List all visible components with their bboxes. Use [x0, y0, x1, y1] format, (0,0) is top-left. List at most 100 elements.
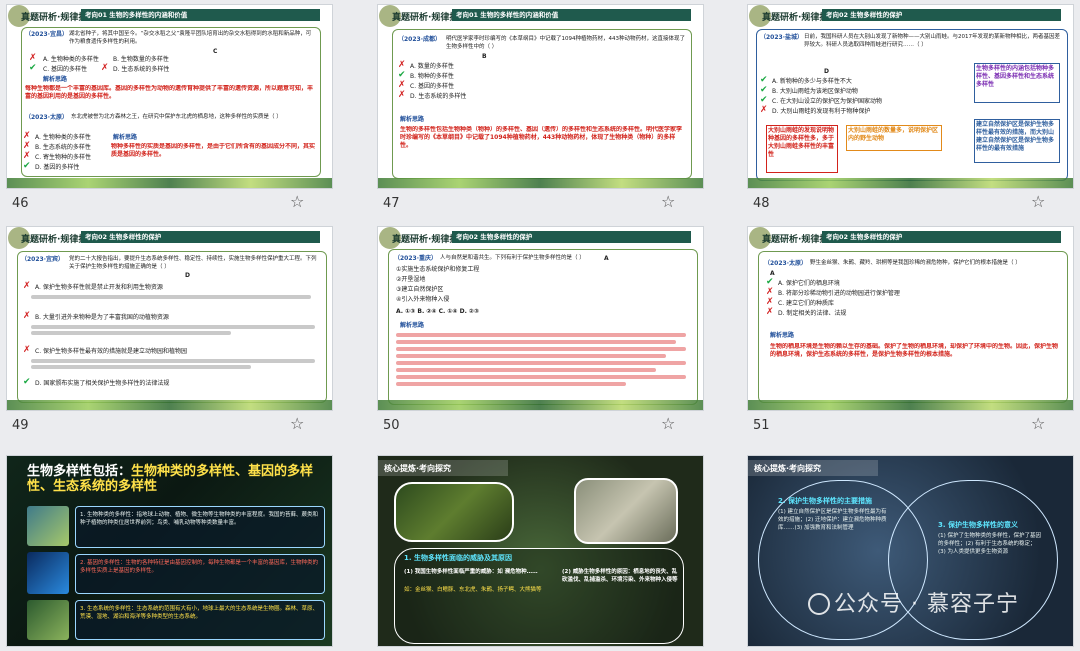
option-d: D. 制定相关的法律、法规 [778, 310, 847, 317]
concept-row: 2. 基因的多样性：生物的各种特征是由基因控制的，每种生物都是一个丰富的基因库，… [75, 554, 325, 594]
explanation-line [31, 331, 231, 335]
question2-text: 东北虎被誉为北方森林之王，在研究中保护东北虎的栖息地，这种多样性的实质是（ ） [71, 114, 282, 120]
analysis-text: 生物的多样性包括生物种类（物种）的多样性、基因（遗传）的多样性和生态系统的多样性… [400, 126, 683, 149]
slide-cell-51[interactable]: 真题研析·规律探寻 考向02 生物多样性的保护 （2023·太原） 野生金丝猴、… [741, 222, 1080, 440]
slide-thumbnail-grid: 真题研析·规律探寻 考向01 生物的多样性的内涵和价值 （2023·宜昌） 湖北… [0, 0, 1080, 651]
note-box: 生物多样性的内涵包括物种多样性、基因多样性和生态系统多样性 [974, 63, 1060, 103]
cross-icon: ✗ [766, 297, 774, 307]
explanation-line [31, 359, 315, 363]
slide-cell-52[interactable]: 生物多样性包括：生物种类的多样性、基因的多样性、生态系统的多样性 1. 生物种类… [0, 450, 352, 651]
slide-header: 真题研析·规律探寻 考向01 生物的多样性的内涵和价值 [378, 5, 703, 27]
explanation-line [31, 365, 251, 369]
slide-number: 46 [12, 196, 29, 211]
concept-text: 3. 生态系统的多样性：生态系统的范围有大有小，地球上最大的生态系统是生物圈。森… [80, 606, 318, 620]
analysis-label: 解析思路 [400, 322, 425, 329]
concept-text: 2. 基因的多样性：生物的各种特征是由基因控制的，每种生物都是一个丰富的基因库，… [80, 560, 318, 574]
question-tag: （2023·宜宾） [21, 256, 64, 263]
paragraph: 如：金丝猴、白鳍豚、东北虎、朱鹮、扬子鳄、大熊猫等 [404, 587, 542, 593]
question-text: 人与自然是和谐共生。下列有利于保护生物多样性的是（ ） [440, 255, 585, 261]
analysis-text: 物种多样性的实质是基因的多样性，是由于它们所含有的基因成分不同，其实质是基因的多… [111, 143, 315, 158]
statement-2: ②开垦湿地 [396, 276, 426, 283]
option-b: B. 生物数量的多样性 [113, 56, 169, 63]
slide-cell-47[interactable]: 真题研析·规律探寻 考向01 生物的多样性的内涵和价值 （2023·成都） 明代… [371, 0, 723, 218]
star-icon[interactable]: ☆ [1031, 414, 1045, 433]
cross-icon: ✗ [101, 63, 109, 73]
koala-photo [574, 478, 678, 544]
option-b: B. 将部分珍稀动物引进的动物园进行保护管理 [778, 290, 900, 297]
header-bar: 考向01 生物的多样性的内涵和价值 [81, 9, 320, 21]
slide-thumbnail[interactable]: 真题研析·规律探寻 考向02 生物多样性的保护 （2023·重庆） 人与自然是和… [377, 226, 704, 411]
slide-cell-46[interactable]: 真题研析·规律探寻 考向01 生物的多样性的内涵和价值 （2023·宜昌） 湖北… [0, 0, 352, 218]
question-tag: （2023·盐城） [760, 34, 803, 41]
star-icon[interactable]: ☆ [290, 192, 304, 211]
section-title: 1. 生物多样性面临的威胁及其原因 [404, 554, 512, 562]
slide-header: 真题研析·规律探寻 考向01 生物的多样性的内涵和价值 [7, 5, 332, 27]
cross-icon: ✗ [29, 53, 37, 63]
question-answer: D [824, 68, 829, 75]
question-text: 党的二十大报告指出，要提升生态系统多样性、稳定性、持续性，实施生物多样性保护重大… [69, 256, 317, 270]
star-icon[interactable]: ☆ [1031, 192, 1045, 211]
leaf-footer-decoration [378, 400, 703, 410]
check-icon: ✔ [760, 95, 768, 105]
paragraph: (1) 我国生物多样性面临严重的威胁：如 濒危物种…… [404, 569, 538, 575]
option-d: D. 基因的多样性 [35, 164, 80, 171]
star-icon[interactable]: ☆ [661, 192, 675, 211]
header-title: 核心提炼·考向探究 [754, 464, 822, 473]
cross-icon: ✗ [23, 131, 31, 141]
wechat-icon [808, 593, 830, 615]
cross-icon: ✗ [23, 345, 31, 355]
question-answer: B [482, 53, 487, 60]
cross-icon: ✗ [398, 80, 406, 90]
option-d: D. 大别山雨蛙的发现有利于物种保护 [772, 108, 871, 115]
slide-number: 51 [753, 418, 770, 433]
slide-cell-53[interactable]: 核心提炼·考向探究 1. 生物多样性面临的威胁及其原因 (1) 我国生物多样性面… [371, 450, 723, 651]
check-icon: ✔ [29, 63, 37, 73]
analysis-label: 解析思路 [770, 332, 795, 339]
option-b: B. 物种的多样性 [410, 73, 454, 80]
slide-thumbnail[interactable]: 核心提炼·考向探究 2. 保护生物多样性的主要措施 (1) 建立自然保护区是保护… [747, 455, 1074, 647]
slide-cell-54[interactable]: 核心提炼·考向探究 2. 保护生物多样性的主要措施 (1) 建立自然保护区是保护… [741, 450, 1080, 651]
option-c: C. 基因的多样性 [410, 83, 455, 90]
dna-photo [27, 552, 69, 594]
question-tag: （2023·成都） [398, 36, 441, 43]
cross-icon: ✗ [766, 307, 774, 317]
slide-cell-48[interactable]: 真题研析·规律探寻 考向02 生物多样性的保护 （2023·盐城） 日前，我国科… [741, 0, 1080, 218]
paragraph: (2) 威胁生物多样性的原因：栖息地的丧失、乱砍滥伐、乱捕滥杀、环境污染、外来物… [562, 569, 678, 583]
slide-thumbnail[interactable]: 真题研析·规律探寻 考向02 生物多样性的保护 （2023·宜宾） 党的二十大报… [6, 226, 333, 411]
slide-cell-49[interactable]: 真题研析·规律探寻 考向02 生物多样性的保护 （2023·宜宾） 党的二十大报… [0, 222, 352, 440]
statement-1: ①实施生态系统保护和修复工程 [396, 266, 480, 273]
slide-title: 生物多样性包括：生物种类的多样性、基因的多样性、生态系统的多样性 [27, 464, 327, 494]
slide-cell-50[interactable]: 真题研析·规律探寻 考向02 生物多样性的保护 （2023·重庆） 人与自然是和… [371, 222, 723, 440]
leaf-footer-decoration [7, 178, 332, 188]
star-icon[interactable]: ☆ [661, 414, 675, 433]
option-b: B. 大别山雨蛙为该地区保护动物 [772, 88, 858, 95]
check-icon: ✔ [760, 85, 768, 95]
slide-header: 真题研析·规律探寻 考向02 生物多样性的保护 [748, 5, 1073, 27]
slide-thumbnail[interactable]: 真题研析·规律探寻 考向01 生物的多样性的内涵和价值 （2023·成都） 明代… [377, 4, 704, 189]
slide-thumbnail[interactable]: 真题研析·规律探寻 考向02 生物多样性的保护 （2023·盐城） 日前，我国科… [747, 4, 1074, 189]
slide-thumbnail[interactable]: 真题研析·规律探寻 考向01 生物的多样性的内涵和价值 （2023·宜昌） 湖北… [6, 4, 333, 189]
option-a: A. 数量的多样性 [410, 63, 454, 70]
answer-choices: A. ①③ B. ②④ C. ①④ D. ②③ [396, 308, 480, 315]
concept-row: 3. 生态系统的多样性：生态系统的范围有大有小，地球上最大的生态系统是生物圈。森… [75, 600, 325, 640]
explanation-line [396, 354, 666, 358]
check-icon: ✔ [766, 277, 774, 287]
slide-thumbnail[interactable]: 核心提炼·考向探究 1. 生物多样性面临的威胁及其原因 (1) 我国生物多样性面… [377, 455, 704, 647]
question-text: 野生金丝猴、朱鹮、藏羚、珙桐等是我国珍稀的濒危物种，保护它们的根本措施是（ ） [810, 260, 1021, 266]
cross-icon: ✗ [398, 60, 406, 70]
header-bar: 考向01 生物的多样性的内涵和价值 [452, 9, 691, 21]
cross-icon: ✗ [23, 311, 31, 321]
option-a: A. 生物种类的多样性 [35, 134, 91, 141]
header-title: 核心提炼·考向探究 [384, 464, 452, 473]
cross-icon: ✗ [23, 141, 31, 151]
concept-row: 1. 生物种类的多样性：指地球上动物、植物、微生物等生物种类的丰富程度。我国的苔… [75, 506, 325, 548]
slide-thumbnail[interactable]: 生物多样性包括：生物种类的多样性、基因的多样性、生态系统的多样性 1. 生物种类… [6, 455, 333, 647]
option-c: C. 在大别山设立的保护区为保护国家动物 [772, 98, 883, 105]
analysis-label: 解析思路 [43, 76, 68, 83]
slide-thumbnail[interactable]: 真题研析·规律探寻 考向02 生物多样性的保护 （2023·太原） 野生金丝猴、… [747, 226, 1074, 411]
watermark-text: 公众号 · 慕容子宁 [834, 592, 1019, 617]
title-lead: 生物多样性包括： [27, 464, 132, 479]
star-icon[interactable]: ☆ [290, 414, 304, 433]
explanation-line [31, 295, 311, 299]
leaf-footer-decoration [378, 178, 703, 188]
